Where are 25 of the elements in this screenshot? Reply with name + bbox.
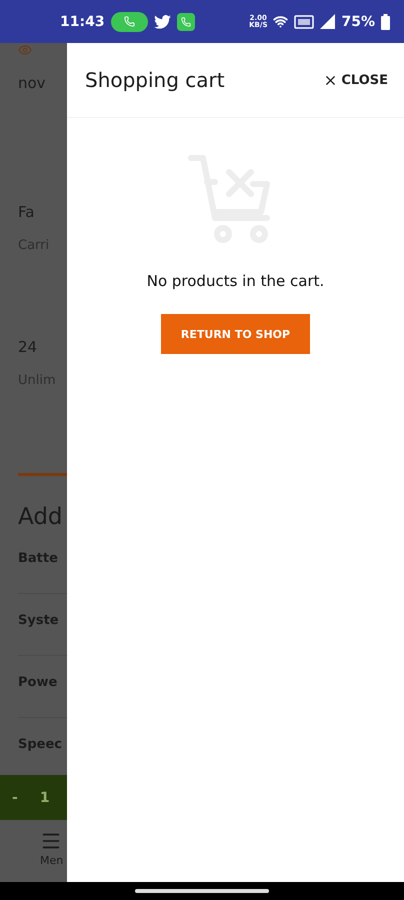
addon-label: Speec <box>18 737 62 752</box>
feature-title: 24 <box>18 337 38 357</box>
battery-icon <box>381 14 390 30</box>
signal-icon <box>320 14 336 29</box>
addon-label: Syste <box>18 613 59 628</box>
drawer-title: Shopping cart <box>85 68 225 92</box>
feature-title: Fa <box>18 202 36 222</box>
nav-label: Men <box>40 854 64 867</box>
return-to-shop-button[interactable]: RETURN TO SHOP <box>161 314 310 354</box>
clock: 11:43 <box>60 14 105 30</box>
volte-icon <box>294 14 314 28</box>
empty-message: No products in the cart. <box>146 272 324 290</box>
call-icon <box>110 12 148 32</box>
minus-button[interactable]: - <box>12 790 18 806</box>
eye-icon <box>18 43 32 57</box>
section-heading: Add <box>18 503 64 532</box>
close-button[interactable]: CLOSE <box>323 72 388 88</box>
bird-icon <box>154 14 171 28</box>
quantity-value: 1 <box>40 790 50 806</box>
body-text: nov <box>18 73 47 93</box>
addon-label: Batte <box>18 551 58 566</box>
wifi-icon <box>273 14 288 29</box>
addon-label: Powe <box>18 675 58 690</box>
chat-icon <box>176 12 195 30</box>
battery-percent: 75% <box>341 14 375 30</box>
